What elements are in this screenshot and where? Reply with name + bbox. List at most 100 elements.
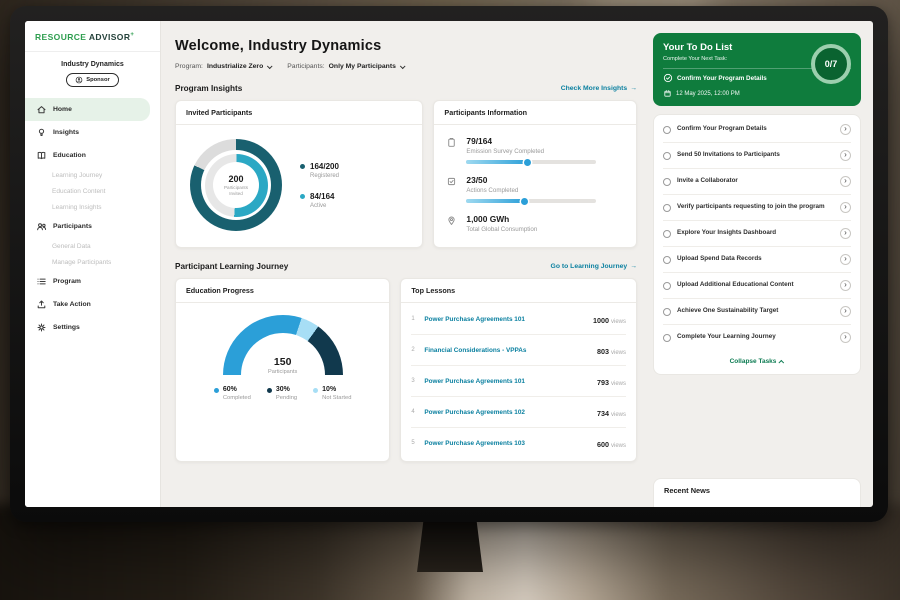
participants-icon [35,221,47,233]
main-content: Welcome, Industry Dynamics Program: Indu… [161,21,649,507]
info-progress-fill [466,199,526,203]
task-checkbox[interactable] [663,204,671,212]
task-row[interactable]: Send 50 Invitations to Participants › [663,143,851,169]
chevron-right-icon[interactable]: › [840,150,851,161]
participants-select[interactable]: Only My Participants [329,63,404,70]
sidebar-item-learning-insights[interactable]: Learning Insights [25,199,160,215]
task-row[interactable]: Achieve One Sustainability Target › [663,299,851,325]
sidebar-item-settings[interactable]: Settings [25,316,160,339]
chevron-right-icon[interactable]: › [840,176,851,187]
task-row[interactable]: Complete Your Learning Journey › [663,325,851,350]
brand-part1: RESOURCE [35,32,86,42]
legend-item-not-started: 10% Not Started [313,386,351,401]
task-checkbox[interactable] [663,308,671,316]
lesson-title-link[interactable]: Power Purchase Agreements 102 [424,409,590,416]
check-more-insights-link[interactable]: Check More Insights → [561,85,637,92]
sidebar-item-manage-participants[interactable]: Manage Participants [25,254,160,270]
legend-item-registered: 164/200 Registered [300,162,339,179]
registered-label: Registered [310,173,339,179]
task-checkbox[interactable] [663,152,671,160]
chevron-right-icon[interactable]: › [840,254,851,265]
lesson-title-link[interactable]: Power Purchase Agreements 103 [424,440,590,447]
active-label: Active [310,203,334,209]
invited-participants-card-title: Invited Participants [176,101,422,125]
chevron-down-icon [400,63,406,69]
completed-label: Completed [223,395,251,401]
sidebar-item-home[interactable]: Home [25,98,150,121]
task-checkbox[interactable] [663,282,671,290]
emission-survey-row: 79/164 Emission Survey Completed [446,136,624,164]
task-row[interactable]: Upload Additional Educational Content › [663,273,851,299]
collapse-tasks-button[interactable]: Collapse Tasks [663,350,851,374]
chevron-right-icon[interactable]: › [840,306,851,317]
task-label: Complete Your Learning Journey [677,333,834,342]
global-consumption-label: Total Global Consumption [466,226,537,233]
task-label: Confirm Your Program Details [677,125,834,134]
task-row[interactable]: Upload Spend Data Records › [663,247,851,273]
education-progress-card: Education Progress 150 Participants [175,278,390,462]
check-more-insights-label: Check More Insights [561,85,627,92]
chevron-right-icon[interactable]: › [840,228,851,239]
education-legend-dot [214,388,219,393]
task-checkbox[interactable] [663,126,671,134]
task-checkbox[interactable] [663,256,671,264]
arrow-right-icon: → [630,263,637,270]
task-list-card: Confirm Your Program Details › Send 50 I… [653,114,861,375]
registered-value: 164/200 [310,162,339,171]
lesson-row: 3 Power Purchase Agreements 101 793views [411,366,626,397]
chevron-right-icon[interactable]: › [840,202,851,213]
sidebar-item-label: Education Content [52,188,105,195]
lesson-title-link[interactable]: Power Purchase Agreements 101 [424,378,590,385]
task-checkbox[interactable] [663,178,671,186]
arrow-right-icon: → [630,85,637,92]
task-row[interactable]: Explore Your Insights Dashboard › [663,221,851,247]
emission-survey-progressbar [466,160,596,164]
education-progress-body: 150 Participants 60% Completed [176,303,389,411]
gear-icon [35,322,47,334]
map-pin-icon [446,215,458,227]
sponsor-badge[interactable]: Sponsor [66,73,119,87]
info-progress-fill [466,160,528,164]
not-started-label: Not Started [322,395,351,401]
sidebar-item-take-action[interactable]: Take Action [25,293,160,316]
sidebar-item-label: Insights [53,129,79,136]
sidebar-item-program[interactable]: Program [25,270,160,293]
task-row[interactable]: Verify participants requesting to join t… [663,195,851,221]
education-legend: 60% Completed 30% Pending [214,386,352,401]
take-action-icon [35,299,47,311]
sidebar-item-label: Manage Participants [52,259,111,266]
chevron-right-icon[interactable]: › [840,124,851,135]
sidebar-item-insights[interactable]: Insights [25,121,160,144]
lesson-rank: 3 [411,378,417,384]
lesson-views-label: views [611,443,626,449]
task-checkbox[interactable] [663,230,671,238]
sidebar-item-general-data[interactable]: General Data [25,238,160,254]
sidebar-item-education-content[interactable]: Education Content [25,183,160,199]
invited-center-value: 200 [228,174,243,184]
sidebar-item-label: Home [53,106,72,113]
invited-legend: 164/200 Registered 84/164 Active [300,162,339,209]
task-row[interactable]: Confirm Your Program Details › [663,117,851,143]
chevron-up-icon [779,359,785,365]
sidebar-item-label: Settings [53,324,80,331]
org-name: Industry Dynamics [25,61,160,68]
sidebar-item-participants[interactable]: Participants [25,215,160,238]
chevron-right-icon[interactable]: › [840,280,851,291]
task-label: Send 50 Invitations to Participants [677,151,834,160]
sidebar: RESOURCE ADVISOR+ Industry Dynamics Spon… [25,21,161,507]
task-checkbox[interactable] [663,334,671,342]
task-label: Explore Your Insights Dashboard [677,229,834,238]
sidebar-item-education[interactable]: Education [25,144,160,167]
go-to-learning-journey-link[interactable]: Go to Learning Journey → [551,263,637,270]
chevron-right-icon[interactable]: › [840,332,851,343]
insights-icon [35,127,47,139]
actions-completed-progressbar [466,199,596,203]
sidebar-item-learning-journey[interactable]: Learning Journey [25,167,160,183]
sponsor-icon [75,76,83,84]
program-select[interactable]: Industrialize Zero [207,63,271,70]
brand-plus: + [130,32,134,38]
task-row[interactable]: Invite a Collaborator › [663,169,851,195]
lesson-title-link[interactable]: Financial Considerations - VPPAs [424,347,590,354]
sidebar-nav: Home Insights Education Learning Journey… [25,98,160,339]
lesson-title-link[interactable]: Power Purchase Agreements 101 [424,316,586,323]
